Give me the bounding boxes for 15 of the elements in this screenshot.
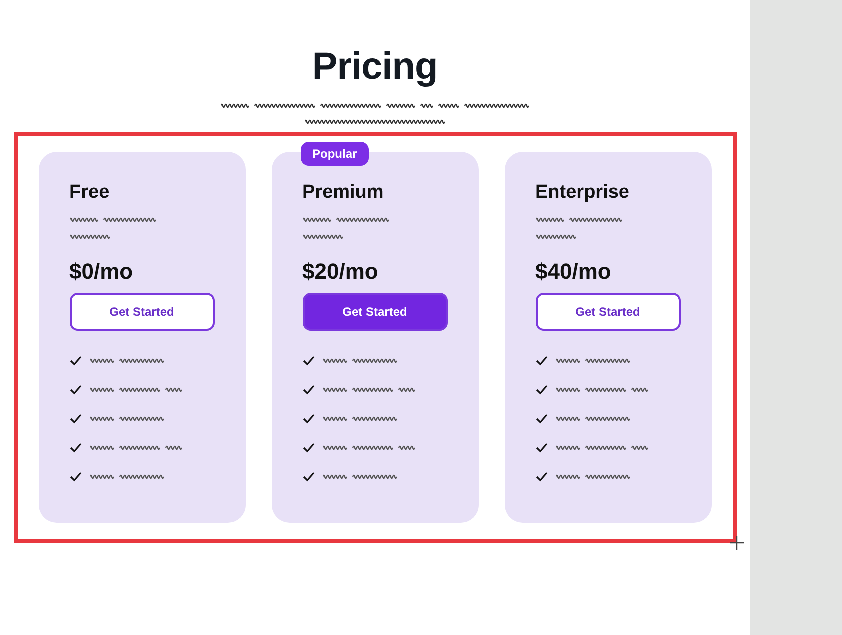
plan-name: Enterprise — [536, 182, 630, 204]
crosshair-cursor-icon — [728, 535, 744, 551]
placeholder-text-drawing — [302, 233, 342, 241]
placeholder-text-drawing — [536, 233, 576, 241]
plan-price: $20/mo — [302, 259, 380, 285]
placeholder-text-drawing — [70, 233, 110, 241]
get-started-button[interactable]: Get Started — [536, 293, 680, 331]
popular-badge: Popular — [300, 142, 370, 166]
plan-price: $40/mo — [536, 259, 612, 285]
get-started-button[interactable]: Get Started — [302, 293, 448, 331]
plan-price: $0/mo — [70, 259, 134, 285]
page-title: Pricing — [312, 45, 438, 90]
get-started-button[interactable]: Get Started — [70, 293, 214, 331]
plan-name: Premium — [302, 182, 385, 204]
plan-name: Free — [70, 182, 111, 204]
